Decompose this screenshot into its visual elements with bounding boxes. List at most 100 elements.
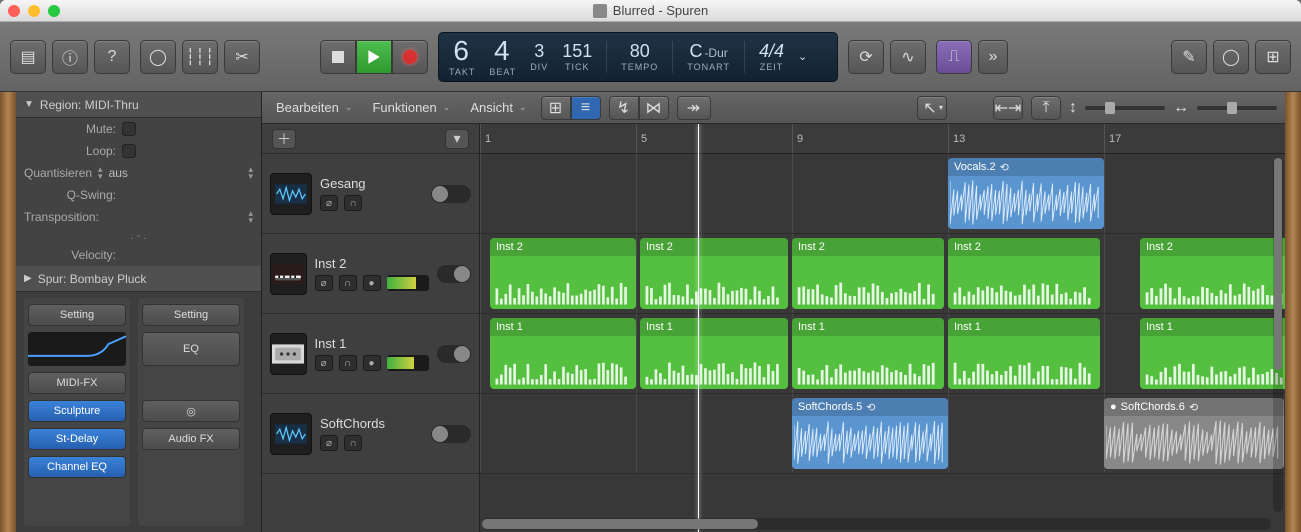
smart-controls-button[interactable]: ◯ bbox=[140, 40, 176, 74]
pointer-tool[interactable]: ↖▾ bbox=[917, 96, 947, 120]
cycle-button[interactable]: ⟳ bbox=[848, 40, 884, 74]
region-header[interactable]: ▼ Region: MIDI-Thru bbox=[16, 92, 261, 118]
vertical-scrollbar[interactable] bbox=[1273, 158, 1283, 512]
mute-button[interactable]: ⌀ bbox=[315, 355, 333, 371]
ruler[interactable]: 1591317 bbox=[480, 124, 1285, 154]
lcd-tick[interactable]: 151 TICK bbox=[562, 37, 592, 77]
playhead[interactable] bbox=[698, 124, 699, 532]
solo-button[interactable]: ∩ bbox=[344, 195, 362, 211]
region[interactable]: Inst 1 bbox=[1140, 318, 1285, 389]
lcd-bar[interactable]: 6 TAKT bbox=[449, 37, 475, 77]
horizontal-zoom-slider[interactable] bbox=[1197, 106, 1277, 110]
track-header-row[interactable]: SoftChords ⌀ ∩ bbox=[262, 394, 479, 474]
track-on-off-toggle[interactable] bbox=[437, 265, 472, 283]
mute-checkbox[interactable] bbox=[122, 122, 136, 136]
tuner-button[interactable]: ∿ bbox=[890, 40, 926, 74]
track-icon[interactable] bbox=[270, 253, 307, 295]
track-name[interactable]: Inst 2 bbox=[315, 256, 429, 271]
lcd-tempo[interactable]: 80 TEMPO bbox=[621, 37, 658, 77]
media-button[interactable]: ⊞ bbox=[1255, 40, 1291, 74]
track-on-off-toggle[interactable] bbox=[437, 345, 472, 363]
scrollbar-thumb[interactable] bbox=[1274, 158, 1282, 370]
arrange-lane[interactable]: Inst 2Inst 2Inst 2Inst 2Inst 2 bbox=[480, 234, 1285, 314]
functions-menu[interactable]: Funktionen⌄ bbox=[366, 96, 456, 120]
region[interactable]: Inst 1 bbox=[490, 318, 636, 389]
region[interactable]: Inst 1 bbox=[948, 318, 1100, 389]
arrange-lane[interactable]: SoftChords.5 ⟲● SoftChords.6 ⟲ bbox=[480, 394, 1285, 474]
audio-fx-button[interactable]: Audio FX bbox=[142, 428, 240, 450]
minimize-button[interactable] bbox=[28, 5, 40, 17]
setting-button[interactable]: Setting bbox=[142, 304, 240, 326]
region[interactable]: Inst 1 bbox=[640, 318, 788, 389]
close-button[interactable] bbox=[8, 5, 20, 17]
region[interactable]: Inst 2 bbox=[948, 238, 1100, 309]
track-on-off-toggle[interactable] bbox=[431, 185, 471, 203]
region[interactable]: Inst 2 bbox=[792, 238, 944, 309]
region[interactable]: Inst 2 bbox=[490, 238, 636, 309]
list-view-button[interactable]: ≡ bbox=[571, 96, 601, 120]
add-track-button[interactable]: ＋ bbox=[272, 129, 296, 149]
hzoom-fit-button[interactable]: ⇤⇥ bbox=[993, 96, 1023, 120]
horizontal-scrollbar[interactable] bbox=[482, 518, 1271, 530]
audio-fx-slot-1[interactable]: St-Delay bbox=[28, 428, 126, 450]
play-button[interactable] bbox=[356, 40, 392, 74]
region[interactable]: ● SoftChords.6 ⟲ bbox=[1104, 398, 1284, 469]
eq-button[interactable]: EQ bbox=[142, 332, 240, 366]
library-button[interactable]: ▤ bbox=[10, 40, 46, 74]
region[interactable]: Inst 2 bbox=[640, 238, 788, 309]
track-icon[interactable] bbox=[270, 413, 312, 455]
lcd-dropdown[interactable]: ⌄ bbox=[798, 37, 807, 77]
track-name[interactable]: SoftChords bbox=[320, 416, 423, 431]
help-button[interactable]: ? bbox=[94, 40, 130, 74]
notepad-button[interactable]: ✎ bbox=[1171, 40, 1207, 74]
record-enable-button[interactable]: ● bbox=[363, 275, 381, 291]
eq-thumbnail[interactable] bbox=[28, 332, 126, 366]
inspector-button[interactable]: ⓘ bbox=[52, 40, 88, 74]
quantize-value[interactable]: aus bbox=[109, 166, 128, 180]
catch-button[interactable]: ↠ bbox=[677, 96, 711, 120]
track-on-off-toggle[interactable] bbox=[431, 425, 471, 443]
arrange-lane[interactable]: Inst 1Inst 1Inst 1Inst 1Inst 1 bbox=[480, 314, 1285, 394]
solo-button[interactable]: ∩ bbox=[344, 435, 362, 451]
midi-fx-button[interactable]: MIDI-FX bbox=[28, 372, 126, 394]
solo-button[interactable]: ∩ bbox=[339, 275, 357, 291]
lcd-key[interactable]: C -Dur TONART bbox=[687, 37, 730, 77]
grid-view-button[interactable]: ⊞ bbox=[541, 96, 571, 120]
track-name[interactable]: Inst 1 bbox=[315, 336, 429, 351]
track-header-row[interactable]: Inst 2 ⌀ ∩ ● bbox=[262, 234, 479, 314]
mixer-button[interactable]: ┆┆┆ bbox=[182, 40, 218, 74]
mute-button[interactable]: ⌀ bbox=[315, 275, 333, 291]
region[interactable]: Vocals.2 ⟲ bbox=[948, 158, 1104, 229]
automation-button[interactable]: ↯ bbox=[609, 96, 639, 120]
scrollbar-thumb[interactable] bbox=[482, 519, 758, 529]
track-name[interactable]: Gesang bbox=[320, 176, 423, 191]
arrange-lane[interactable]: Vocals.2 ⟲ bbox=[480, 154, 1285, 234]
track-header-row[interactable]: Gesang ⌀ ∩ bbox=[262, 154, 479, 234]
lcd-div[interactable]: 3 DIV bbox=[530, 37, 548, 77]
mute-button[interactable]: ⌀ bbox=[320, 195, 338, 211]
stop-button[interactable] bbox=[320, 40, 356, 74]
metronome-button[interactable]: ⎍ bbox=[936, 40, 972, 74]
region[interactable]: Inst 1 bbox=[792, 318, 944, 389]
track-header[interactable]: ▶ Spur: Bombay Pluck bbox=[16, 266, 261, 292]
solo-button[interactable]: ∩ bbox=[339, 355, 357, 371]
arrange-area[interactable]: 1591317 Vocals.2 ⟲Inst 2Inst 2Inst 2Inst… bbox=[480, 124, 1285, 532]
instrument-slot[interactable]: Sculpture bbox=[28, 400, 126, 422]
stereo-button[interactable]: ◎ bbox=[142, 400, 240, 422]
quantize-stepper-2[interactable]: ▴▾ bbox=[248, 166, 253, 180]
loops-button[interactable]: ◯ bbox=[1213, 40, 1249, 74]
more-toolbar-button[interactable]: » bbox=[978, 40, 1008, 74]
track-header-row[interactable]: Inst 1⌀∩● bbox=[262, 314, 479, 394]
audio-fx-slot-2[interactable]: Channel EQ bbox=[28, 456, 126, 478]
lcd-signature[interactable]: 4/4 ZEIT bbox=[759, 37, 784, 77]
setting-button[interactable]: Setting bbox=[28, 304, 126, 326]
lcd-beat[interactable]: 4 BEAT bbox=[489, 37, 516, 77]
loop-checkbox[interactable] bbox=[122, 144, 136, 158]
editors-button[interactable]: ✂ bbox=[224, 40, 260, 74]
mute-button[interactable]: ⌀ bbox=[320, 435, 338, 451]
track-icon[interactable] bbox=[270, 173, 312, 215]
zoom-button[interactable] bbox=[48, 5, 60, 17]
track-header-config-button[interactable]: ▾ bbox=[445, 129, 469, 149]
vertical-zoom-slider[interactable] bbox=[1085, 106, 1165, 110]
flex-button[interactable]: ⋈ bbox=[639, 96, 669, 120]
